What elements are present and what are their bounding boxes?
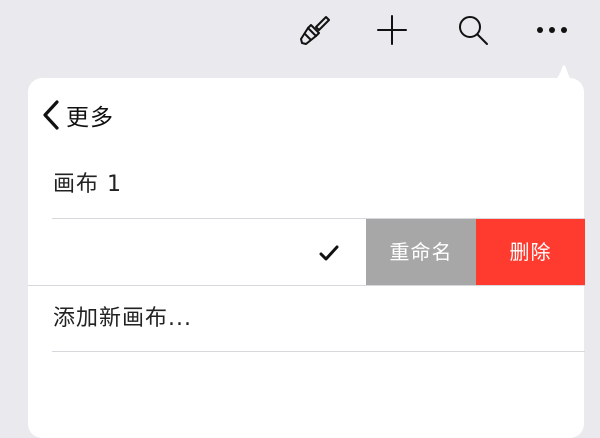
- list-item-label: 添加新画布...: [53, 306, 192, 331]
- list-item-add-canvas[interactable]: 添加新画布...: [28, 286, 584, 352]
- toolbar: [0, 0, 600, 60]
- search-button[interactable]: [453, 10, 493, 50]
- paintbrush-button[interactable]: [294, 10, 334, 50]
- checkmark-icon: [317, 242, 341, 264]
- paintbrush-icon: [296, 12, 332, 48]
- list-item-canvas-1[interactable]: 画布 1: [28, 152, 584, 218]
- back-button[interactable]: 更多: [40, 96, 114, 134]
- plus-icon: [375, 13, 409, 47]
- list-item-label: 画布 1: [53, 172, 122, 197]
- more-button[interactable]: [532, 10, 572, 50]
- back-label: 更多: [66, 105, 114, 131]
- list-item-canvas-2[interactable]: [28, 219, 366, 285]
- row-separator: [52, 351, 585, 352]
- delete-button[interactable]: 删除: [476, 219, 585, 285]
- back-chevron-icon: [40, 98, 62, 132]
- search-icon: [456, 13, 490, 47]
- more-icon: [535, 24, 569, 36]
- rename-button[interactable]: 重命名: [366, 219, 476, 285]
- add-button[interactable]: [372, 10, 412, 50]
